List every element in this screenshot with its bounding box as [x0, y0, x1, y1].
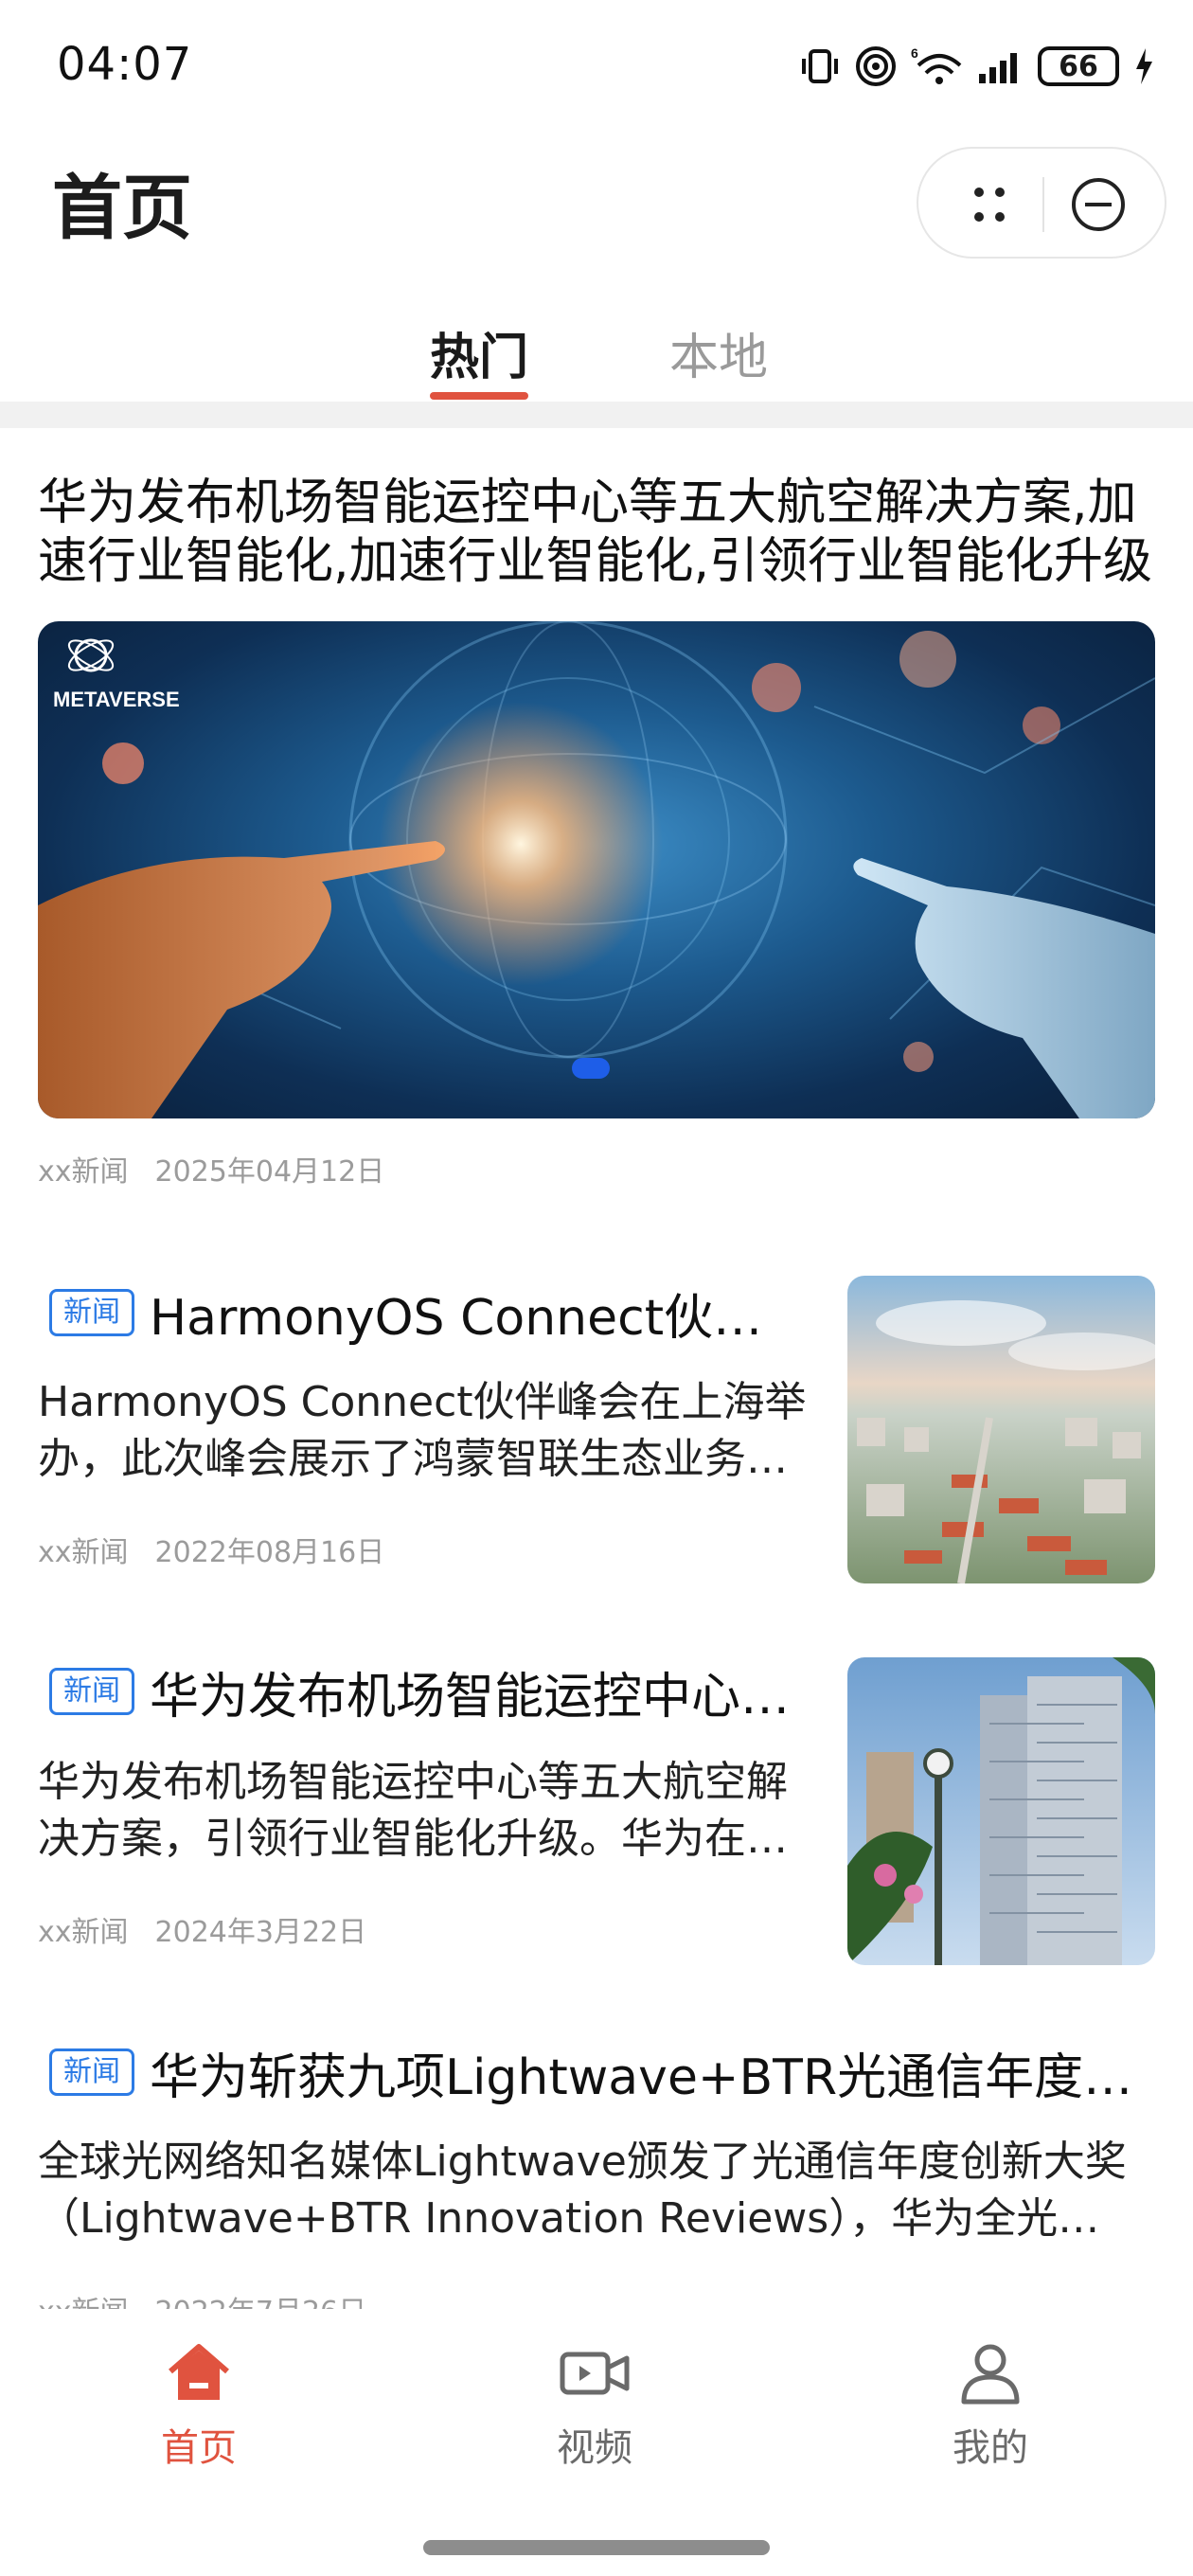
- hotspot-icon: [856, 46, 896, 86]
- news-thumbnail-tower[interactable]: [847, 1657, 1155, 1965]
- news-thumbnail-city[interactable]: [847, 1276, 1155, 1583]
- news-meta: xx新闻 2022年08月16日: [38, 1529, 384, 1570]
- more-icon[interactable]: [966, 181, 1013, 228]
- battery-indicator: 66: [1038, 46, 1119, 86]
- news-meta: xx新闻 2022年7月26日: [38, 2288, 366, 2309]
- nav-item-profile[interactable]: 我的: [896, 2339, 1085, 2472]
- mini-program-capsule: [917, 147, 1166, 259]
- featured-source: xx新闻: [38, 1155, 129, 1189]
- profile-icon: [961, 2344, 1020, 2405]
- home-icon: [169, 2344, 229, 2400]
- status-icons: 6 66: [799, 43, 1155, 90]
- news-tag: 新闻: [49, 1289, 134, 1336]
- nav-label: 首页: [161, 2426, 237, 2470]
- featured-meta: xx新闻 2025年04月12日: [38, 1148, 384, 1190]
- city-aerial-image: [847, 1276, 1155, 1583]
- news-date: 2024年3月22日: [154, 1916, 367, 1949]
- capsule-divider: [1042, 177, 1044, 232]
- wifi-icon: 6: [911, 45, 962, 84]
- banner-artwork: METAVERSE: [38, 621, 1155, 1118]
- news-item-2-title-row[interactable]: 新闻 华为发布机场智能运控中心等五大航空解决方案: [49, 1657, 807, 1726]
- news-item-3-title-row[interactable]: 新闻 华为斩获九项Lightwave+BTR光通信年度创新大奖: [49, 2038, 1138, 2106]
- active-tab-indicator: [430, 392, 528, 400]
- metaverse-logo: METAVERSE: [53, 638, 180, 711]
- tab-hot[interactable]: 热门: [430, 317, 528, 388]
- news-item-1-title-row[interactable]: 新闻 HarmonyOS Connect伙伴峰会在上海举办: [49, 1279, 807, 1347]
- charging-icon: [1136, 48, 1152, 84]
- svg-text:METAVERSE: METAVERSE: [53, 688, 180, 711]
- section-divider: [0, 402, 1193, 428]
- nav-label: 我的: [953, 2426, 1028, 2470]
- news-source: xx新闻: [38, 1916, 129, 1949]
- news-title: HarmonyOS Connect伙伴峰会在上海举办: [150, 1289, 807, 1347]
- nav-label: 视频: [557, 2426, 632, 2470]
- tab-local[interactable]: 本地: [669, 317, 768, 388]
- news-desc[interactable]: 华为发布机场智能运控中心等五大航空解决方案，引领行业智能化升级。华为在全球航空大…: [38, 1754, 814, 1868]
- news-date: 2022年08月16日: [154, 1536, 385, 1569]
- news-date: 2022年7月26日: [155, 2296, 367, 2309]
- nav-item-video[interactable]: 视频: [500, 2339, 689, 2472]
- status-time: 04:07: [57, 38, 193, 91]
- vibrate-icon: [802, 49, 838, 83]
- news-tag: 新闻: [49, 1668, 134, 1715]
- news-title: 华为发布机场智能运控中心等五大航空解决方案: [150, 1668, 807, 1726]
- video-icon: [560, 2352, 630, 2395]
- bottom-nav: 首页 视频 我的: [0, 2311, 1193, 2576]
- status-bar: 04:07 6 66: [0, 0, 1193, 133]
- tower-image: [847, 1657, 1155, 1965]
- close-icon[interactable]: [1070, 176, 1127, 233]
- page-title: 首页: [52, 168, 192, 249]
- featured-banner-image[interactable]: METAVERSE: [38, 621, 1155, 1118]
- news-source: xx新闻: [38, 2296, 129, 2309]
- nav-item-home[interactable]: 首页: [104, 2339, 294, 2472]
- news-meta: xx新闻 2024年3月22日: [38, 1908, 366, 1950]
- news-desc[interactable]: 全球光网络知名媒体Lightwave颁发了光通信年度创新大奖（Lightwave…: [38, 2134, 1127, 2247]
- news-source: xx新闻: [38, 1536, 129, 1569]
- news-desc[interactable]: HarmonyOS Connect伙伴峰会在上海举办，此次峰会展示了鸿蒙智联生态…: [38, 1374, 814, 1488]
- svg-text:6: 6: [911, 45, 918, 61]
- news-title: 华为斩获九项Lightwave+BTR光通信年度创新大奖: [150, 2048, 1138, 2106]
- featured-title[interactable]: 华为发布机场智能运控中心等五大航空解决方案,加速行业智能化,加速行业智能化,引领…: [38, 474, 1155, 591]
- featured-date: 2025年04月12日: [154, 1155, 385, 1189]
- home-indicator[interactable]: [423, 2540, 770, 2555]
- carousel-indicator: [572, 1058, 610, 1079]
- signal-icon: [979, 53, 1017, 83]
- news-tag: 新闻: [49, 2048, 134, 2096]
